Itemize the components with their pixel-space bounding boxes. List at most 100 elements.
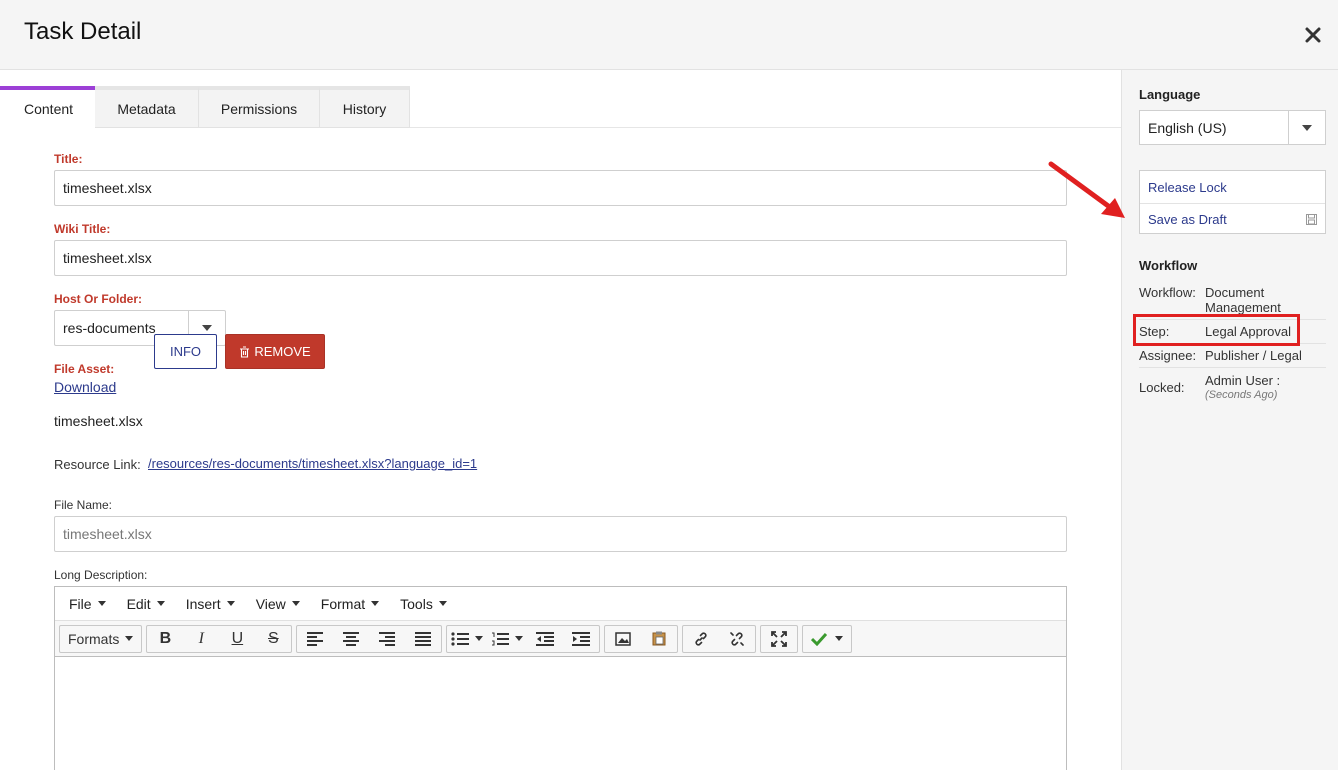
caret-down-icon — [125, 636, 134, 641]
tab-bar: Content Metadata Permissions History — [0, 86, 410, 128]
long-description-label: Long Description: — [54, 568, 148, 582]
align-justify-button[interactable] — [405, 626, 441, 652]
caret-down-icon — [226, 601, 235, 606]
insert-image-button[interactable] — [605, 626, 641, 652]
outdent-icon — [536, 631, 555, 646]
caret-down-icon — [515, 636, 524, 641]
tab-history[interactable]: History — [320, 86, 410, 128]
resource-link-label: Resource Link: — [54, 457, 141, 472]
caret-down-icon — [371, 601, 380, 606]
link-group — [682, 624, 757, 653]
align-right-button[interactable] — [369, 626, 405, 652]
caret-down-icon — [438, 601, 447, 606]
insert-link-button[interactable] — [683, 626, 719, 652]
language-select-toggle[interactable] — [1289, 111, 1325, 144]
strikethrough-button[interactable]: S — [255, 626, 291, 652]
editor-toolbar: Formats B I U S — [55, 621, 1066, 657]
workflow-heading: Workflow — [1139, 258, 1198, 273]
wiki-title-label: Wiki Title: — [54, 222, 111, 236]
red-arrow-annotation — [1048, 161, 1125, 218]
editor-content-area[interactable] — [55, 657, 1066, 770]
tab-permissions[interactable]: Permissions — [199, 86, 320, 128]
formats-label: Formats — [68, 630, 120, 647]
dialog-header: Task Detail — [0, 0, 1338, 70]
title-input[interactable]: timesheet.xlsx — [54, 170, 1067, 206]
menu-tools[interactable]: Tools — [392, 596, 455, 612]
locked-value: Admin User : — [1205, 373, 1281, 388]
numbered-list-icon — [492, 632, 510, 645]
actions-box: Release Lock Save as Draft — [1139, 170, 1326, 234]
menu-insert[interactable]: Insert — [178, 596, 243, 612]
remove-button[interactable]: REMOVE — [225, 334, 325, 369]
align-left-button[interactable] — [297, 626, 333, 652]
underline-button[interactable]: U — [219, 626, 255, 652]
save-draft-button[interactable]: Save as Draft — [1140, 203, 1325, 235]
formats-dropdown[interactable]: Formats — [60, 626, 141, 652]
wiki-title-input[interactable]: timesheet.xlsx — [54, 240, 1067, 276]
fullscreen-button[interactable] — [761, 626, 797, 652]
align-center-button[interactable] — [333, 626, 369, 652]
numbered-list-button[interactable] — [487, 626, 527, 652]
remove-button-label: REMOVE — [254, 344, 311, 359]
workflow-key: Workflow: — [1139, 285, 1196, 300]
locked-time: (Seconds Ago) — [1205, 389, 1278, 401]
text-style-group: B I U S — [146, 624, 293, 653]
menu-file-label: File — [69, 595, 92, 612]
dialog-title: Task Detail — [24, 18, 142, 45]
bold-button[interactable]: B — [147, 626, 183, 652]
align-right-icon — [379, 631, 396, 646]
host-label: Host Or Folder: — [54, 292, 143, 306]
assignee-key: Assignee: — [1139, 348, 1197, 363]
caret-down-icon — [1302, 124, 1312, 131]
release-lock-label: Release Lock — [1148, 179, 1227, 195]
indent-icon — [572, 631, 591, 646]
menu-view[interactable]: View — [248, 596, 308, 612]
rich-text-editor: File Edit Insert View Format Tools Forma… — [54, 586, 1067, 770]
info-button[interactable]: INFO — [154, 334, 217, 369]
release-lock-button[interactable]: Release Lock — [1140, 171, 1325, 203]
tab-metadata[interactable]: Metadata — [95, 86, 199, 128]
caret-down-icon — [97, 601, 106, 606]
editor-menubar: File Edit Insert View Format Tools — [55, 587, 1066, 621]
locked-row: Locked: Admin User : (Seconds Ago) — [1139, 373, 1326, 403]
paste-button[interactable] — [641, 626, 677, 652]
align-center-icon — [343, 631, 360, 646]
workflow-row: Workflow: Document Management — [1139, 285, 1326, 315]
align-justify-icon — [415, 631, 432, 646]
fullscreen-group — [760, 624, 799, 653]
italic-button[interactable]: I — [183, 626, 219, 652]
menu-tools-label: Tools — [400, 595, 433, 612]
image-icon — [615, 631, 632, 646]
locked-key: Locked: — [1139, 380, 1185, 395]
download-link[interactable]: Download — [54, 379, 116, 395]
outdent-button[interactable] — [527, 626, 563, 652]
language-select[interactable]: English (US) — [1139, 110, 1326, 145]
indent-button[interactable] — [563, 626, 599, 652]
caret-down-icon — [835, 636, 844, 641]
bullet-list-button[interactable] — [447, 626, 487, 652]
tab-content[interactable]: Content — [0, 86, 95, 128]
resource-link[interactable]: /resources/res-documents/timesheet.xlsx?… — [148, 456, 477, 471]
assignee-row: Assignee: Publisher / Legal — [1139, 348, 1326, 363]
formats-group: Formats — [59, 624, 143, 653]
alignment-group — [296, 624, 443, 653]
spellcheck-button[interactable] — [803, 626, 851, 652]
menu-format[interactable]: Format — [313, 596, 387, 612]
caret-down-icon — [291, 601, 300, 606]
spellcheck-icon — [811, 632, 828, 646]
assignee-value: Publisher / Legal — [1205, 348, 1302, 363]
close-icon[interactable] — [1304, 26, 1322, 44]
workflow-value: Document Management — [1205, 285, 1281, 315]
fullscreen-icon — [771, 630, 788, 647]
align-left-icon — [307, 631, 324, 646]
spellcheck-group — [802, 624, 853, 653]
step-highlight-annotation — [1133, 314, 1300, 346]
menu-edit[interactable]: Edit — [119, 596, 173, 612]
unlink-button[interactable] — [719, 626, 755, 652]
file-asset-label: File Asset: — [54, 362, 115, 376]
file-name-input[interactable]: timesheet.xlsx — [54, 516, 1067, 552]
menu-edit-label: Edit — [126, 595, 151, 612]
save-draft-label: Save as Draft — [1148, 212, 1227, 227]
menu-file[interactable]: File — [61, 596, 114, 612]
file-name-label: File Name: — [54, 498, 113, 512]
